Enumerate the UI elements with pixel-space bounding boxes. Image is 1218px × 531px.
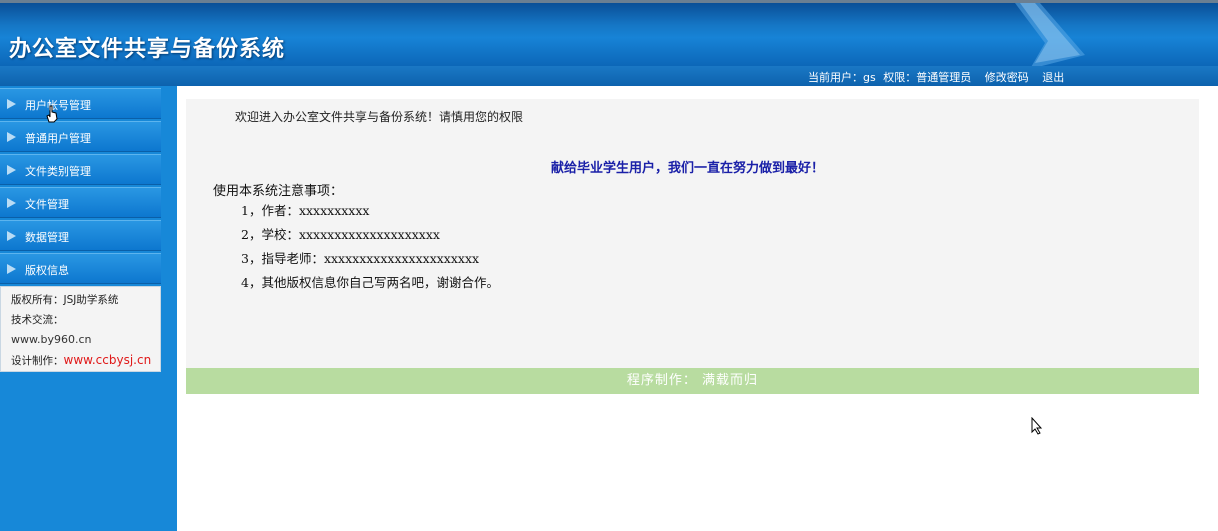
slogan-text: 献给毕业学生用户，我们一直在努力做到最好！ xyxy=(551,161,825,176)
current-user-label: 当前用户：gs xyxy=(808,71,876,84)
arrow-decoration-icon xyxy=(1015,3,1085,66)
list-item: 2，学校：xxxxxxxxxxxxxxxxxxxx xyxy=(241,227,440,242)
tech-exchange-label: 技术交流： xyxy=(11,314,64,326)
header-banner: 办公室文件共享与备份系统 xyxy=(0,0,1218,66)
notes-title: 使用本系统注意事项： xyxy=(213,184,344,199)
footer-bar: 程序制作： 满载而归 xyxy=(186,368,1199,394)
user-info: 当前用户：gs 权限：普通管理员 修改密码 退出 xyxy=(808,69,1068,85)
triangle-right-icon xyxy=(7,132,16,142)
triangle-right-icon xyxy=(7,264,16,274)
site-link[interactable]: www.by960.cn xyxy=(11,330,160,350)
sidebar-item-label: 用户帐号管理 xyxy=(25,99,91,112)
sidebar-item-data[interactable]: 数据管理 xyxy=(0,220,161,251)
sidebar-menu: 用户帐号管理 普通用户管理 文件类别管理 文件管理 数据管理 版权信息 xyxy=(0,88,161,286)
main-content: 欢迎进入办公室文件共享与备份系统！请慎用您的权限 献给毕业学生用户，我们一直在努… xyxy=(186,99,1199,369)
copyright-info-box: 版权所有：JSJ助学系统 技术交流： www.by960.cn 设计制作：www… xyxy=(0,286,161,372)
hand-cursor-icon xyxy=(46,105,58,123)
sidebar-item-label: 普通用户管理 xyxy=(25,132,91,145)
sidebar-item-label: 版权信息 xyxy=(25,264,69,277)
triangle-right-icon xyxy=(7,165,16,175)
sidebar-item-normal-users[interactable]: 普通用户管理 xyxy=(0,121,161,152)
app-title: 办公室文件共享与备份系统 xyxy=(9,36,286,62)
sidebar-item-files[interactable]: 文件管理 xyxy=(0,187,161,218)
sidebar-item-user-accounts[interactable]: 用户帐号管理 xyxy=(0,88,161,119)
triangle-right-icon xyxy=(7,99,16,109)
sidebar-item-label: 文件管理 xyxy=(25,198,69,211)
list-item: 1，作者：xxxxxxxxxx xyxy=(241,203,370,218)
sidebar: 用户帐号管理 普通用户管理 文件类别管理 文件管理 数据管理 版权信息 版权所有… xyxy=(0,86,177,531)
notes-list: 1，作者：xxxxxxxxxx 2，学校：xxxxxxxxxxxxxxxxxxx… xyxy=(241,203,499,299)
copyright-text: 版权所有：JSJ助学系统 xyxy=(11,294,119,306)
logout-link[interactable]: 退出 xyxy=(1042,71,1064,84)
sidebar-item-file-categories[interactable]: 文件类别管理 xyxy=(0,154,161,185)
welcome-text: 欢迎进入办公室文件共享与备份系统！请慎用您的权限 xyxy=(235,110,524,124)
change-password-link[interactable]: 修改密码 xyxy=(985,71,1029,84)
list-item: 4，其他版权信息你自己写两名吧，谢谢合作。 xyxy=(241,275,499,290)
triangle-right-icon xyxy=(7,231,16,241)
triangle-right-icon xyxy=(7,198,16,208)
permission-label: 权限：普通管理员 xyxy=(883,71,972,84)
design-site-link[interactable]: www.ccbysj.cn xyxy=(64,353,152,367)
sidebar-item-label: 数据管理 xyxy=(25,231,69,244)
sidebar-item-label: 文件类别管理 xyxy=(25,165,91,178)
user-bar: 当前用户：gs 权限：普通管理员 修改密码 退出 xyxy=(0,66,1218,86)
list-item: 3，指导老师：xxxxxxxxxxxxxxxxxxxxxx xyxy=(241,251,480,266)
design-label: 设计制作： xyxy=(11,355,64,367)
arrow-cursor-icon xyxy=(1031,417,1043,435)
sidebar-item-copyright[interactable]: 版权信息 xyxy=(0,253,161,284)
